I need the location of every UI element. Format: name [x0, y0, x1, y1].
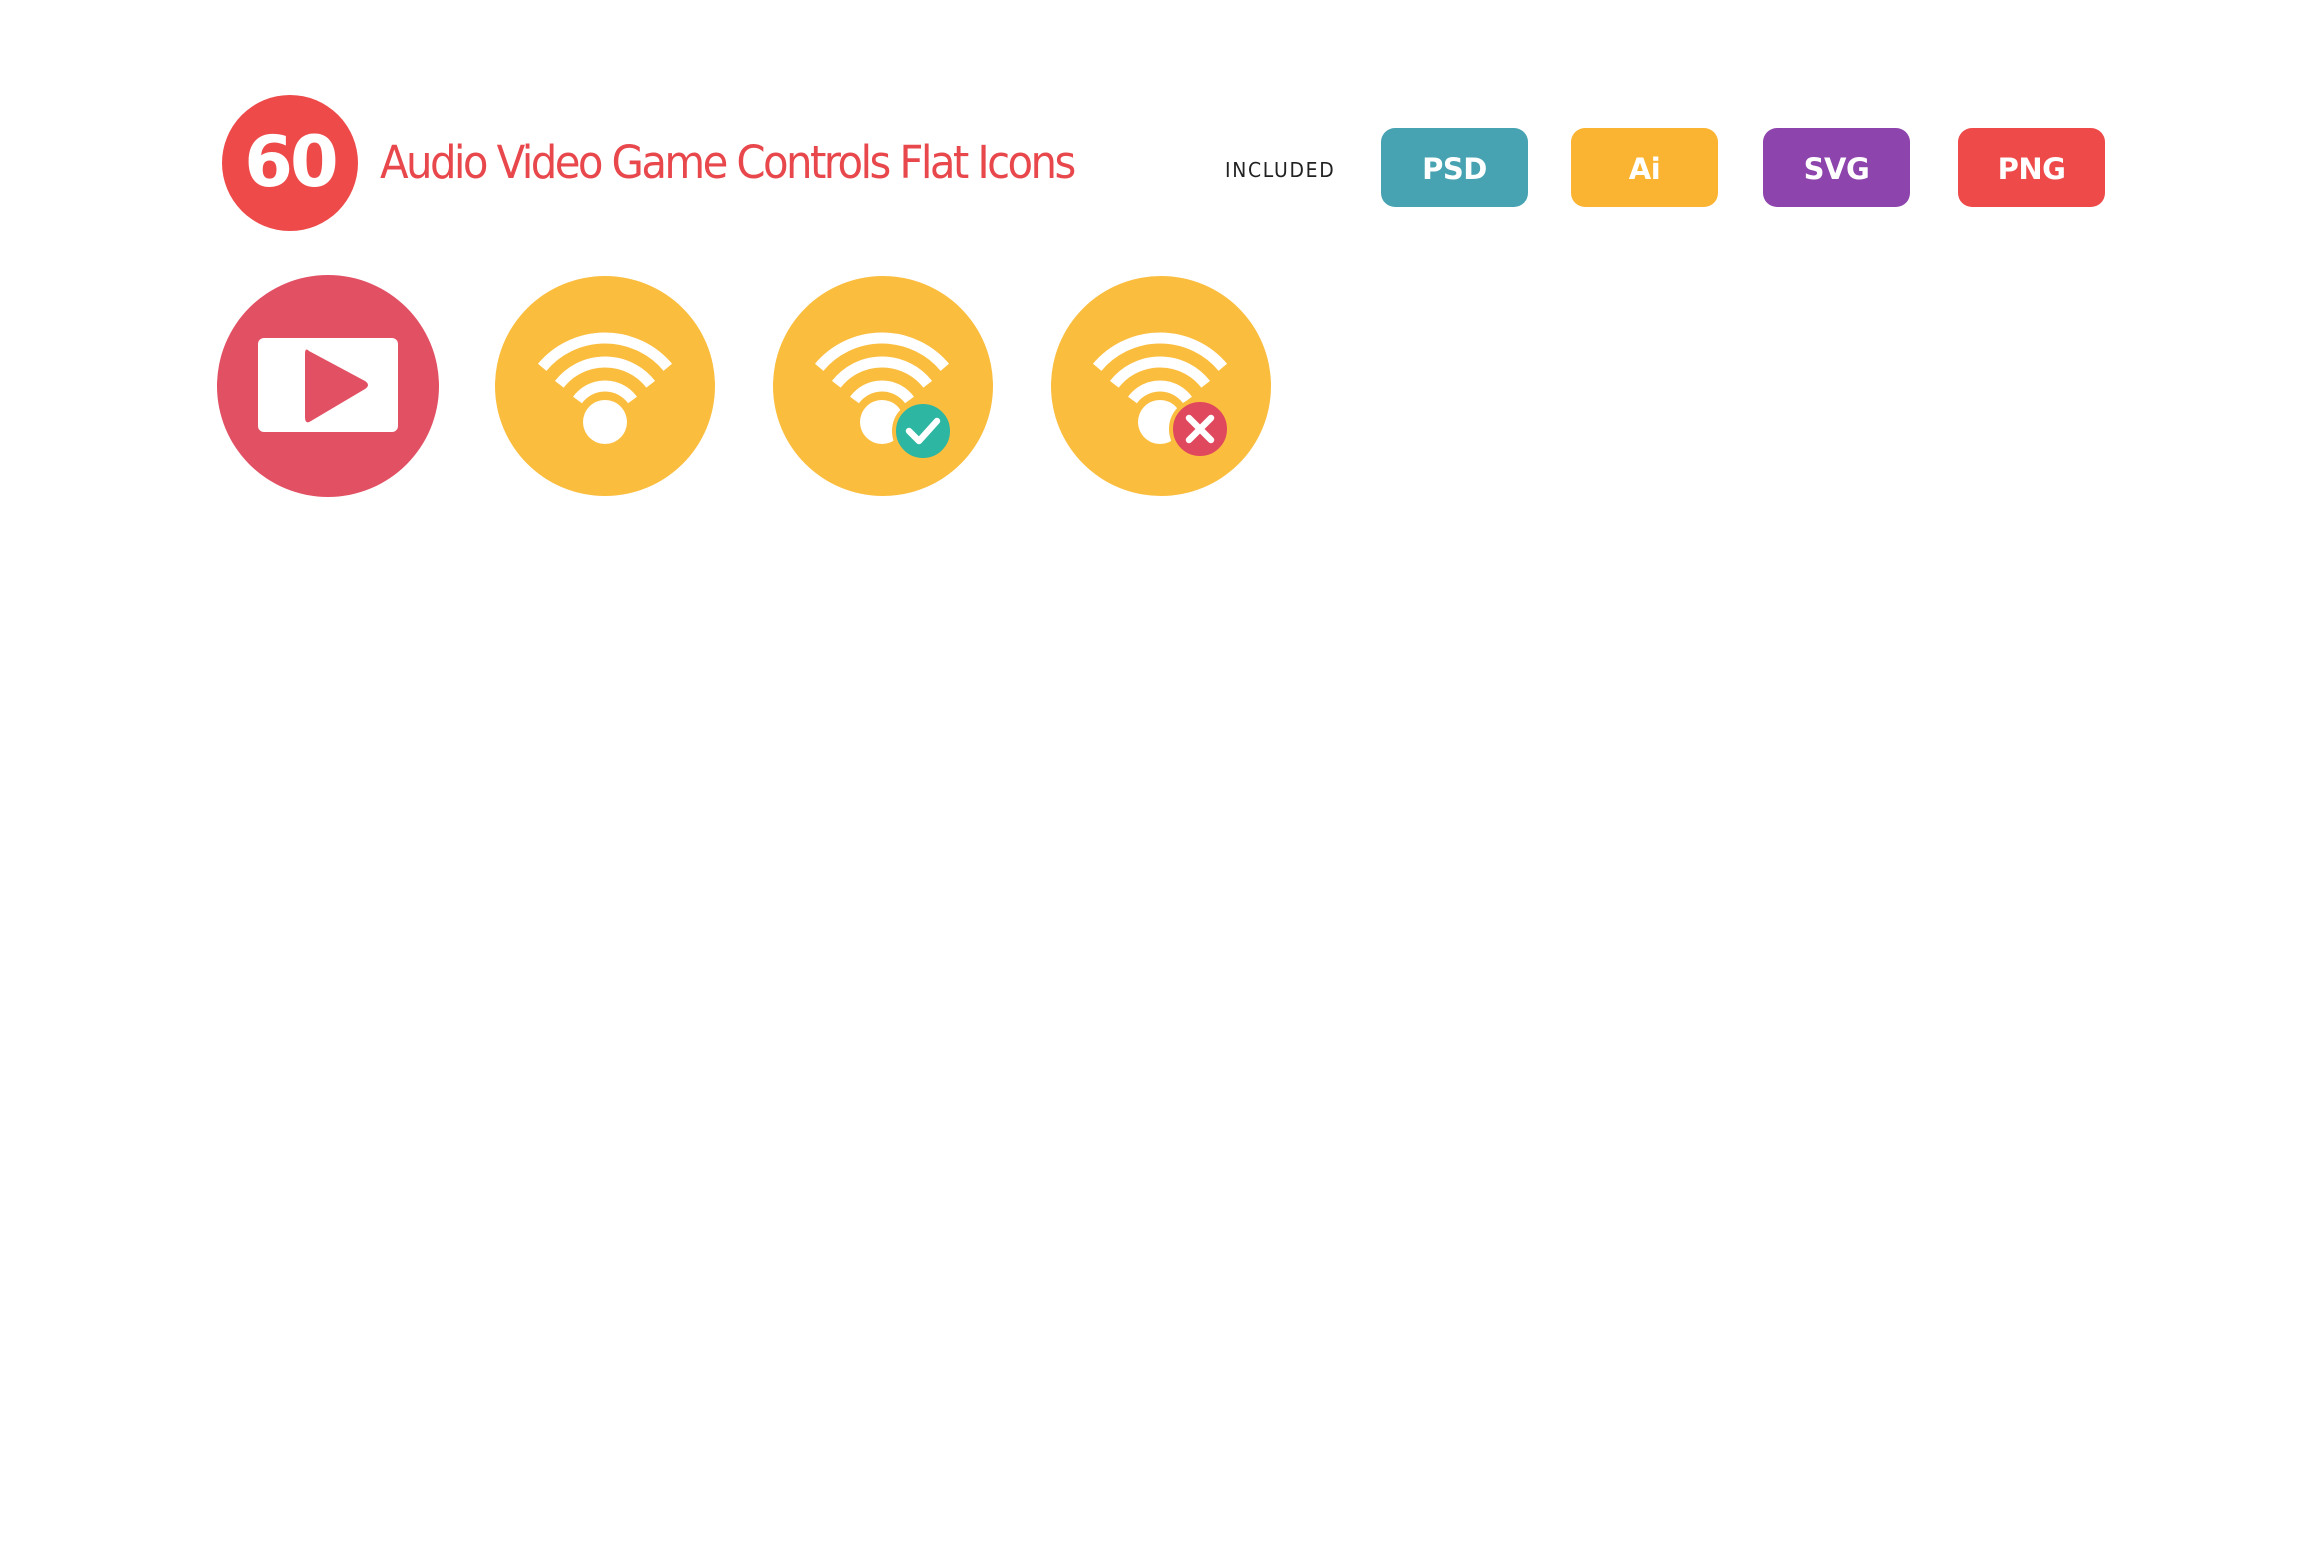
icon-count-badge: 60: [222, 95, 358, 231]
format-badge-psd: PSD: [1381, 128, 1528, 207]
included-label: INCLUDED: [1225, 158, 1336, 182]
wifi-check-icon: [773, 276, 993, 496]
wifi-x-icon: [1051, 276, 1271, 496]
video-play-icon: [217, 275, 439, 497]
format-badge-ai: Ai: [1571, 128, 1718, 207]
format-badge-label: SVG: [1803, 151, 1870, 186]
page-title: Audio Video Game Controls Flat Icons: [380, 136, 1076, 189]
icon-tile-wifi: [495, 275, 717, 497]
format-badge-label: PNG: [1997, 151, 2066, 186]
icon-count: 60: [244, 121, 338, 203]
format-badge-label: PSD: [1422, 151, 1487, 186]
wifi-icon: [495, 276, 715, 496]
icon-tile-wifi-disconnected: [1050, 275, 1272, 497]
format-badge-svg: SVG: [1763, 128, 1910, 207]
format-badge-label: Ai: [1628, 151, 1661, 186]
icon-tile-video-play: [217, 275, 439, 497]
format-badge-png: PNG: [1958, 128, 2105, 207]
icon-tile-wifi-connected: [772, 275, 994, 497]
wifi-dot-shape: [583, 400, 627, 444]
status-badge-circle: [892, 400, 954, 462]
